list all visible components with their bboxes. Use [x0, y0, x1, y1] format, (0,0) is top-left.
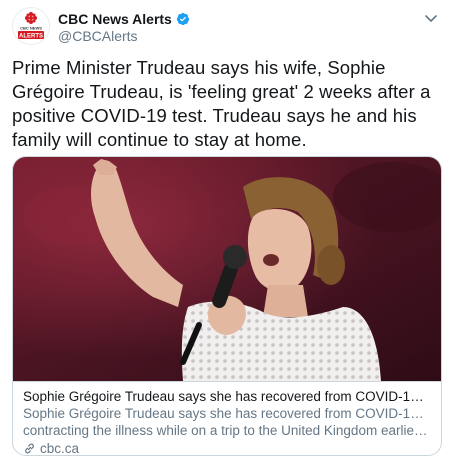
- svg-text:ALERTS: ALERTS: [19, 34, 43, 40]
- photo-woman-speaking-microphone-icon: [13, 157, 441, 381]
- card-domain[interactable]: cbc.ca: [40, 440, 79, 455]
- card-description-line-1: Sophie Grégoire Trudeau says she has rec…: [23, 406, 431, 421]
- card-domain-row: cbc.ca: [23, 440, 431, 455]
- card-body[interactable]: Sophie Grégoire Trudeau says she has rec…: [13, 381, 441, 455]
- card-image[interactable]: [13, 157, 441, 381]
- cbc-logo-icon: CBC NEWS ALERTS: [13, 8, 49, 44]
- link-card[interactable]: Sophie Grégoire Trudeau says she has rec…: [12, 156, 442, 456]
- tweet: CBC NEWS ALERTS CBC News Alerts @CBCAler…: [0, 0, 453, 460]
- verified-badge-icon: [176, 12, 190, 26]
- tweet-text: Prime Minister Trudeau says his wife, So…: [12, 57, 431, 150]
- card-description-line-2: contracting the illness while on a trip …: [23, 423, 431, 438]
- link-icon: [23, 442, 36, 455]
- account-avatar[interactable]: CBC NEWS ALERTS: [12, 7, 50, 45]
- chevron-down-icon[interactable]: [423, 10, 439, 26]
- svg-text:CBC NEWS: CBC NEWS: [20, 26, 42, 31]
- display-name[interactable]: CBC News Alerts: [58, 11, 172, 27]
- account-handle[interactable]: @CBCAlerts: [58, 28, 138, 44]
- name-row: CBC News Alerts: [58, 10, 190, 28]
- card-title[interactable]: Sophie Grégoire Trudeau says she has rec…: [23, 388, 431, 405]
